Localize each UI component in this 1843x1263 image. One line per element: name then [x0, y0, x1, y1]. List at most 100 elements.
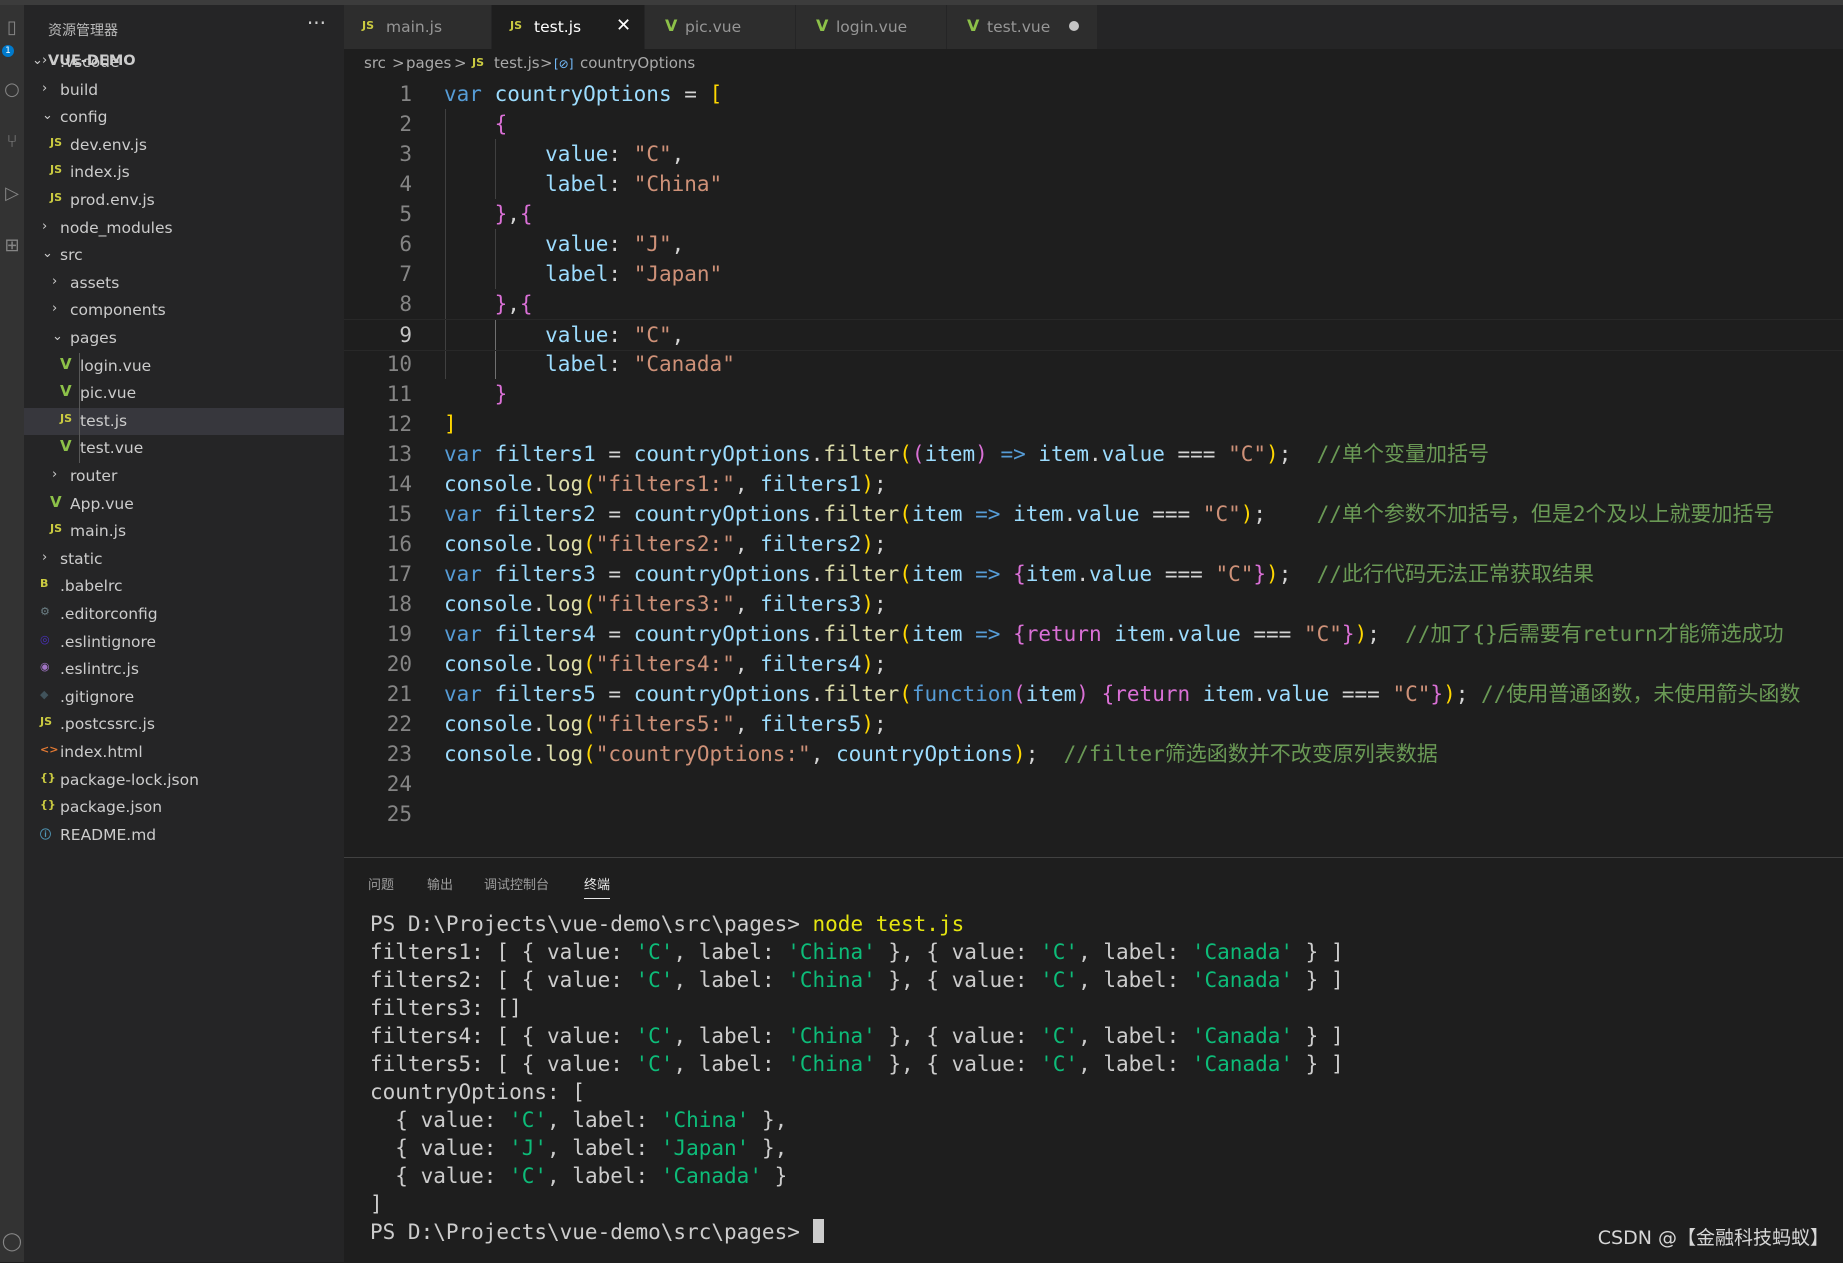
tab-test-js[interactable]: JS test.js ✕ [492, 5, 645, 49]
tree-item-router[interactable]: › router [24, 463, 344, 490]
tab-terminal[interactable]: 终端 [584, 874, 611, 899]
tree-item-static[interactable]: › static [24, 546, 344, 573]
code-line: 24 [386, 772, 412, 796]
account-icon[interactable]: ◯ [0, 1227, 24, 1257]
breadcrumb-pages[interactable]: pages [406, 54, 451, 72]
js-file-icon: JS [50, 191, 63, 204]
terminal-output[interactable]: PS D:\Projects\vue-demo\src\pages> node … [370, 910, 1344, 1246]
tree-item-index-html[interactable]: <> index.html [24, 739, 344, 766]
code-editor[interactable]: 1 var countryOptions = [ 2 { 3 value: "C"… [344, 79, 1843, 855]
breadcrumb-symbol[interactable]: countryOptions [580, 54, 695, 72]
tree-item-node-modules[interactable]: › node_modules [24, 215, 344, 242]
js-file-icon: JS [510, 19, 523, 32]
tree-item-vscode[interactable]: › .vscode [24, 49, 344, 76]
tree-item-dev-env-js[interactable]: JS dev.env.js [24, 132, 344, 159]
chevron-right-icon: › [52, 301, 58, 317]
babel-file-icon: B [40, 577, 49, 591]
terminal-line: ] [370, 1192, 383, 1216]
tree-item-label: pages [70, 329, 117, 347]
tree-item-src[interactable]: ⌄ src [24, 242, 344, 269]
tree-item-label: test.vue [80, 439, 144, 458]
tree-item-test-vue[interactable]: Vtest.vue [24, 435, 344, 462]
tree-item-label: .gitignore [60, 687, 135, 706]
tree-item-pic-vue[interactable]: Vpic.vue [24, 380, 344, 407]
tree-item-build[interactable]: › build [24, 77, 344, 104]
tab-main-js[interactable]: JS main.js [344, 5, 492, 49]
tree-item-label: .vscode [60, 53, 120, 71]
tree-item-components[interactable]: › components [24, 297, 344, 324]
code-line: 7 label: "Japan" [399, 262, 723, 286]
tab-debug-console[interactable]: 调试控制台 [484, 874, 549, 893]
tree-item-pages[interactable]: ⌄ pages [24, 325, 344, 352]
breadcrumb-separator-icon: > [392, 54, 405, 72]
code-line: 21 var filters5 = countryOptions.filter(f… [386, 682, 1801, 706]
tree-item-assets[interactable]: › assets [24, 270, 344, 297]
vue-file-icon: V [665, 16, 678, 35]
chevron-right-icon: › [52, 467, 58, 482]
tab-label: main.js [386, 18, 443, 36]
js-file-icon: JS [50, 135, 63, 149]
tree-item-gitignore[interactable]: ◆ .gitignore [24, 684, 344, 711]
extensions-icon[interactable]: ⊞ [0, 231, 24, 261]
tree-item-label: test.js [80, 411, 128, 430]
tree-item-index-js[interactable]: JS index.js [24, 159, 344, 186]
run-debug-icon[interactable]: ▷ [0, 179, 24, 209]
code-line: 25 [386, 802, 412, 826]
chevron-right-icon: › [52, 273, 58, 289]
tree-item-readme-md[interactable]: ⓘ README.md [24, 822, 344, 849]
tree-item-package-json[interactable]: {} package.json [24, 794, 344, 821]
code-line: 17 var filters3 = countryOptions.filter(i… [386, 562, 1594, 586]
vue-file-icon: V [816, 16, 829, 35]
terminal-line: PS D:\Projects\vue-demo\src\pages> node … [370, 912, 965, 936]
json-file-icon: {} [40, 798, 56, 812]
tree-item-babelrc[interactable]: B .babelrc [24, 573, 344, 600]
unsaved-dot-icon[interactable] [1069, 21, 1079, 31]
md-file-icon: ⓘ [40, 827, 51, 841]
terminal-prompt-line[interactable]: PS D:\Projects\vue-demo\src\pages> [370, 1218, 1344, 1246]
tree-item-label: login.vue [80, 356, 152, 375]
tree-item-package-lock-json[interactable]: {} package-lock.json [24, 767, 344, 794]
tab-pic-vue[interactable]: V pic.vue [645, 5, 796, 49]
tree-item-eslintrc-js[interactable]: ◉ .eslintrc.js [24, 656, 344, 683]
json-file-icon: {} [40, 770, 56, 784]
code-line: 4 label: "China" [399, 172, 723, 196]
breadcrumb-file[interactable]: test.js [494, 54, 540, 72]
tree-item-editorconfig[interactable]: ⚙ .editorconfig [24, 601, 344, 628]
tree-item-prod-env-js[interactable]: JS prod.env.js [24, 187, 344, 214]
more-actions-button[interactable]: ··· [307, 11, 326, 35]
tab-output[interactable]: 输出 [427, 874, 453, 893]
js-file-icon: JS [50, 163, 63, 177]
tree-item-label: static [60, 549, 103, 568]
tree-item-login-vue[interactable]: Vlogin.vue [24, 353, 344, 380]
tree-item-label: .editorconfig [60, 605, 158, 623]
tree-item-app-vue[interactable]: V App.vue [24, 491, 344, 518]
tab-test-vue[interactable]: V test.vue [947, 5, 1098, 49]
tree-item-label: components [70, 301, 166, 320]
code-line: 5 },{ [399, 202, 533, 226]
code-line: 8 },{ [399, 292, 533, 316]
explorer-icon[interactable]: ▯ [0, 13, 24, 43]
tree-item-test-js[interactable]: JS test.js [24, 407, 344, 435]
tab-login-vue[interactable]: V login.vue [796, 5, 947, 49]
tree-item-postcssrc-js[interactable]: JS .postcssrc.js [24, 711, 344, 738]
code-line: 11 } [386, 382, 508, 406]
explorer-sidebar: 资源管理器 ··· ⌄ VUE-DEMO › .vscode › build ⌄ conf… [24, 5, 344, 1262]
notification-badge: 1 [2, 45, 14, 57]
code-line: 6 value: "J", [399, 232, 685, 256]
activity-bar: ▯ 1 ○ ⑂ ▷ ⊞ ◯ [0, 5, 24, 1262]
close-icon[interactable]: ✕ [616, 15, 631, 36]
tab-label: test.vue [987, 18, 1051, 36]
breadcrumb-src[interactable]: src [364, 54, 386, 72]
code-line: 20 console.log("filters4:", filters4); [386, 652, 887, 676]
eslint-file-icon: ◉ [40, 660, 50, 674]
search-icon[interactable]: ○ [0, 75, 24, 105]
source-control-icon[interactable]: ⑂ [0, 127, 24, 157]
tree-item-label: .eslintignore [60, 632, 157, 651]
code-line: 13 var filters1 = countryOptions.filter((… [386, 442, 1489, 466]
code-line: 12] [386, 412, 457, 436]
tab-problems[interactable]: 问题 [368, 874, 394, 893]
tree-item-config[interactable]: ⌄ config [24, 104, 344, 131]
tree-item-main-js[interactable]: JS main.js [24, 518, 344, 545]
chevron-right-icon: › [42, 218, 48, 234]
tree-item-eslintignore[interactable]: ◎ .eslintignore [24, 629, 344, 656]
